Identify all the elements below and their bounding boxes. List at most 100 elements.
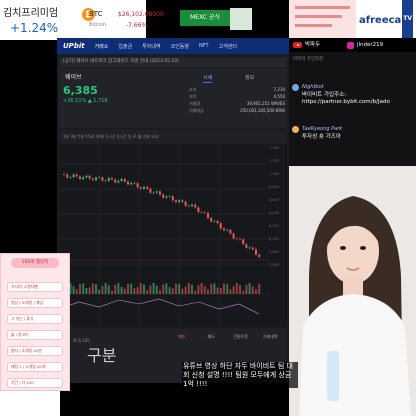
tab-buy[interactable]: 매수	[167, 332, 197, 342]
volume-bar	[82, 283, 85, 294]
candle-body	[104, 180, 107, 182]
volume-bar	[117, 283, 120, 294]
volume-bar	[75, 289, 78, 294]
streamer-bar: 박파두 jlnder219	[289, 38, 416, 52]
candle-body	[255, 249, 257, 255]
candle-body	[136, 183, 139, 188]
chat-username[interactable]: TaeRyeong Park	[302, 126, 342, 132]
tab-quote[interactable]: 시세	[203, 74, 213, 83]
nav-nft[interactable]: NFT	[199, 43, 209, 49]
nav-deposit[interactable]: 입출금	[118, 43, 132, 50]
upbit-window: UPbit 거래소 입출금 투자내역 코인동향 NFT 고객센터 [공지] 웨이…	[57, 38, 289, 383]
candles	[63, 172, 261, 259]
volume-bar	[127, 283, 129, 294]
volume-bar	[149, 285, 152, 294]
candle-body	[191, 204, 193, 207]
candle-body	[114, 179, 117, 183]
candle-body	[251, 247, 254, 250]
candle-body	[152, 192, 155, 194]
volume-bar	[200, 283, 203, 294]
candle-body	[149, 188, 152, 193]
candle-body	[248, 247, 251, 249]
chat-text: 바이비트 가입주소: https://partner.bybit.com/b/J…	[302, 92, 390, 105]
challenge-item: 영상 / 노래방 / 게임	[7, 298, 63, 308]
nav-support[interactable]: 고객센터	[219, 43, 237, 50]
candle-body	[101, 177, 104, 181]
tab-simple-order[interactable]: 간편주문	[226, 332, 256, 342]
afreeca-brand: afreeca	[359, 15, 402, 26]
candle-body	[85, 175, 88, 178]
candle-body	[200, 212, 203, 213]
indicator-line	[59, 298, 260, 315]
chat-text: 투자성 숏 가즈아	[302, 134, 341, 140]
nav-trends[interactable]: 코인동향	[171, 43, 189, 50]
tab-trade-history[interactable]: 거래내역	[256, 332, 286, 342]
candle-body	[181, 200, 184, 202]
volume-bar	[203, 286, 206, 294]
volume-bar	[235, 283, 238, 294]
candle-body	[91, 178, 94, 181]
candle-body	[79, 176, 81, 180]
volume-bar	[251, 286, 254, 294]
candle-body	[155, 191, 158, 193]
tab-info[interactable]: 정보	[245, 74, 254, 81]
candle-body	[210, 218, 213, 222]
chat-panel: 마지막 코인작전 Nightbot 바이비트 가입주소: https://par…	[289, 38, 416, 166]
chart-toolbar[interactable]: 1분 3분 5분 15분 30분 1시간 4시간 일 주 월 지표 비교	[59, 130, 287, 144]
volume-bar	[197, 285, 200, 294]
volume-bar	[91, 283, 94, 294]
notice-bar[interactable]: [공지] 웨이브 네트워크 업그레이드 지원 안내 (2023.05.10)	[59, 57, 287, 67]
nav-history[interactable]: 투자내역	[142, 43, 160, 50]
price-chart[interactable]: 1분 3분 5분 15분 30분 1시간 4시간 일 주 월 지표 비교 7,4…	[59, 130, 287, 326]
candle-body	[219, 223, 222, 229]
candle-body	[123, 179, 126, 182]
candle-body	[226, 229, 229, 231]
chat-username[interactable]: Nightbot	[302, 84, 324, 90]
upbit-navbar: UPbit 거래소 입출금 투자내역 코인동향 NFT 고객센터	[57, 38, 289, 54]
coin-stats: 고가 7,210 저가 4,550 거래량 39,905,251 WAVES 거래대금…	[189, 86, 285, 114]
stat-row: 거래대금 250,001,345,500 KRW	[189, 108, 285, 113]
nav-exchange[interactable]: 거래소	[95, 43, 109, 50]
volume-bar	[155, 285, 158, 294]
promo-line	[295, 15, 342, 18]
candle-body	[98, 177, 101, 178]
mexc-banner: MEXC 공식	[180, 10, 230, 26]
candle-body	[88, 175, 91, 179]
channel-name: 박파두	[305, 42, 321, 48]
candlestick-plot	[59, 144, 269, 326]
webcam-feed	[289, 166, 416, 416]
volume-bar	[210, 284, 213, 294]
candle-body	[216, 220, 219, 224]
promo-caption: 유튜브 영상 하단 자두 바이비트 팀 대회 신청 설명 !!!! 팀원 모두에…	[182, 362, 298, 388]
candle-body	[95, 177, 97, 181]
bottom-left-strip	[0, 391, 60, 416]
chat-top-line: 마지막 코인작전	[293, 57, 324, 62]
candle-body	[82, 177, 85, 180]
volume-bar	[120, 286, 123, 294]
volume-bar	[181, 288, 184, 294]
volume-bar	[107, 285, 110, 294]
challenge-item: 밥사 / 소개팅 20분	[7, 346, 63, 356]
candle-body	[184, 201, 187, 206]
volume-bar	[229, 289, 232, 294]
candle-body	[178, 200, 181, 203]
volume-bar	[175, 283, 177, 294]
volume-bar	[136, 287, 139, 294]
volume-bar	[130, 283, 133, 294]
youtube-icon	[293, 42, 302, 48]
candle-body	[165, 196, 168, 198]
upbit-logo[interactable]: UPbit	[63, 42, 85, 50]
stat-row: 거래량 39,905,251 WAVES	[189, 101, 285, 106]
candle-body	[66, 174, 69, 178]
volume-bar	[139, 283, 142, 294]
candle-body	[245, 244, 248, 248]
candle-body	[229, 229, 232, 234]
chat-message: Nightbot 바이비트 가입주소: https://partner.bybi…	[292, 84, 414, 116]
volume-bar	[98, 289, 101, 294]
volume-bar	[226, 284, 229, 294]
tab-sell[interactable]: 매도	[197, 332, 227, 342]
candle-body	[127, 181, 129, 185]
volume-bar	[159, 290, 161, 294]
volume-bar	[178, 283, 181, 294]
btc-name: Bitcoin	[89, 22, 107, 28]
